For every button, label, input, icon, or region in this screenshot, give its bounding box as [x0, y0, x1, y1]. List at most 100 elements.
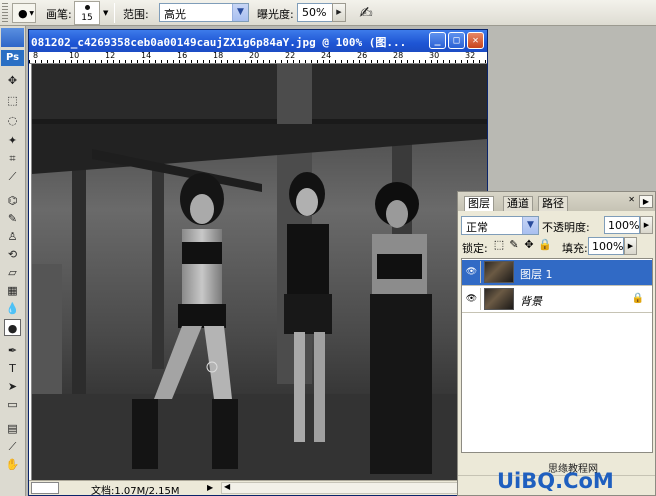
watermark-logo: UiBQ.CoM [497, 469, 614, 493]
horizontal-scrollbar[interactable]: ◀ ▶ [221, 482, 471, 494]
document-window: 081202_c4269358ceb0a00149caujZX1g6p84aY.… [28, 29, 488, 496]
blend-mode-value: 正常 [466, 221, 488, 234]
close-button[interactable]: ✕ [467, 32, 484, 49]
toolbox: Ps ✥ ⬚ ◌ ✦ ⌗ ⟋ ⌬ ✎ ♙ ⟲ ▱ ▦ 💧 ● ✒ T ➤ ▭ ▤… [0, 26, 26, 496]
dodge-icon[interactable]: ● [4, 319, 21, 336]
image-canvas[interactable] [32, 64, 487, 480]
layer-row-layer-1[interactable]: 👁 图层 1 [462, 260, 652, 286]
tab-paths[interactable]: 路径 [538, 196, 568, 211]
lock-label: 锁定: [462, 242, 488, 255]
fill-input[interactable]: 100% [588, 237, 624, 255]
layer-thumbnail [484, 288, 514, 310]
ruler-mark: 20 [249, 51, 260, 60]
fill-slider-button[interactable]: ▶ [624, 237, 637, 255]
ruler-mark: 24 [321, 51, 332, 60]
status-menu-icon[interactable]: ▶ [207, 483, 213, 492]
crop-icon[interactable]: ⌗ [4, 150, 21, 167]
layer-thumbnail [484, 261, 514, 283]
history-brush-icon[interactable]: ⟲ [4, 246, 21, 263]
tab-channels[interactable]: 通道 [503, 196, 533, 211]
document-title-bar[interactable]: 081202_c4269358ceb0a00149caujZX1g6p84aY.… [29, 30, 487, 52]
ruler-mark: 28 [393, 51, 404, 60]
exposure-value: 50% [302, 6, 327, 19]
ruler-mark: 14 [141, 51, 152, 60]
marquee-icon[interactable]: ⬚ [4, 92, 21, 109]
ruler-mark: 12 [105, 51, 116, 60]
ruler-mark: 10 [69, 51, 80, 60]
status-bar: 文档:1.07M/2.15M ▶ ◀ ▶ [29, 480, 487, 496]
layers-panel-header[interactable]: 图层 通道 路径 ✕ ▶ [458, 192, 655, 211]
separator [114, 3, 115, 23]
healing-brush-icon[interactable]: ⌬ [4, 192, 21, 209]
lock-transparent-icon[interactable]: ⬚ [493, 239, 505, 251]
ruler-mark: 8 [33, 51, 39, 60]
exposure-slider-button[interactable]: ▶ [332, 3, 346, 22]
blur-icon[interactable]: 💧 [4, 300, 21, 317]
notes-icon[interactable]: ▤ [4, 420, 21, 437]
path-selection-icon[interactable]: ➤ [4, 378, 21, 395]
photo [32, 64, 487, 480]
tab-layers[interactable]: 图层 [464, 196, 494, 211]
visibility-eye-icon[interactable]: 👁 [463, 261, 481, 283]
lock-all-icon[interactable]: 🔒 [538, 239, 552, 251]
lasso-icon[interactable]: ◌ [4, 112, 21, 129]
airbrush-icon[interactable]: ✍ [355, 2, 377, 24]
photoshop-logo[interactable]: Ps [1, 50, 24, 66]
layer-row-background[interactable]: 👁 背景 🔒 [462, 287, 652, 313]
chevron-down-icon[interactable]: ▼ [522, 217, 538, 234]
lock-position-icon[interactable]: ✥ [523, 239, 535, 251]
blend-mode-select[interactable]: 正常 ▼ [461, 216, 539, 235]
type-icon[interactable]: T [4, 360, 21, 377]
eyedropper-icon[interactable]: ⟋ [4, 438, 21, 455]
zoom-field[interactable] [31, 482, 59, 494]
visibility-eye-icon[interactable]: 👁 [463, 288, 481, 310]
pen-icon[interactable]: ✒ [4, 342, 21, 359]
brush-tip-icon [85, 5, 90, 10]
hand-icon[interactable]: ✋ [4, 456, 21, 473]
panel-menu-icon[interactable]: ▶ [639, 195, 653, 208]
chevron-down-icon: ▼ [29, 10, 34, 17]
document-size-info[interactable]: 文档:1.07M/2.15M [91, 482, 180, 496]
lock-pixels-icon[interactable]: ✎ [508, 239, 520, 251]
fill-value: 100% [592, 240, 624, 253]
ruler-mark: 22 [285, 51, 296, 60]
document-title: 081202_c4269358ceb0a00149caujZX1g6p84aY.… [31, 36, 407, 49]
brush-icon[interactable]: ✎ [4, 210, 21, 227]
scroll-left-icon[interactable]: ◀ [224, 482, 230, 491]
ruler-mark: 18 [213, 51, 224, 60]
options-bar: ● ▼ 画笔: 15 ▼ 范围: 高光 ▼ 曝光度: 50% ▶ ✍ [0, 0, 656, 26]
magic-wand-icon[interactable]: ✦ [4, 132, 21, 149]
opacity-label: 不透明度: [542, 221, 590, 234]
chevron-down-icon[interactable]: ▼ [103, 9, 108, 17]
layer-name: 图层 1 [520, 268, 553, 281]
shape-icon[interactable]: ▭ [4, 396, 21, 413]
ruler-mark: 32 [465, 51, 476, 60]
horizontal-ruler[interactable]: 8 10 12 14 16 18 20 22 24 26 28 30 32 [29, 52, 487, 64]
fill-label: 填充: [562, 242, 588, 255]
opacity-input[interactable]: 100% [604, 216, 640, 234]
range-select[interactable]: 高光 ▼ [159, 3, 249, 22]
opacity-slider-button[interactable]: ▶ [640, 216, 653, 234]
close-icon[interactable]: ✕ [628, 195, 635, 204]
maximize-button[interactable]: □ [448, 32, 465, 49]
dodge-icon: ● [18, 7, 28, 20]
move-icon[interactable]: ✥ [4, 72, 21, 89]
clone-stamp-icon[interactable]: ♙ [4, 228, 21, 245]
slice-icon[interactable]: ⟋ [4, 168, 21, 185]
toolbox-header[interactable] [1, 28, 24, 47]
brush-picker[interactable]: 15 [74, 1, 100, 25]
lock-icon: 🔒 [631, 293, 644, 304]
ruler-mark: 26 [357, 51, 368, 60]
range-value: 高光 [164, 8, 186, 21]
ruler-mark: 16 [177, 51, 188, 60]
tool-preset-picker[interactable]: ● ▼ [12, 3, 36, 23]
chevron-down-icon[interactable]: ▼ [232, 4, 248, 21]
ruler-mark: 30 [429, 51, 440, 60]
minimize-button[interactable]: _ [429, 32, 446, 49]
gradient-icon[interactable]: ▦ [4, 282, 21, 299]
eraser-icon[interactable]: ▱ [4, 264, 21, 281]
range-label: 范围: [123, 8, 149, 21]
toolbar-grip[interactable] [2, 3, 8, 23]
layer-list: 👁 图层 1 👁 背景 🔒 [461, 258, 653, 453]
brush-size: 15 [81, 13, 93, 23]
